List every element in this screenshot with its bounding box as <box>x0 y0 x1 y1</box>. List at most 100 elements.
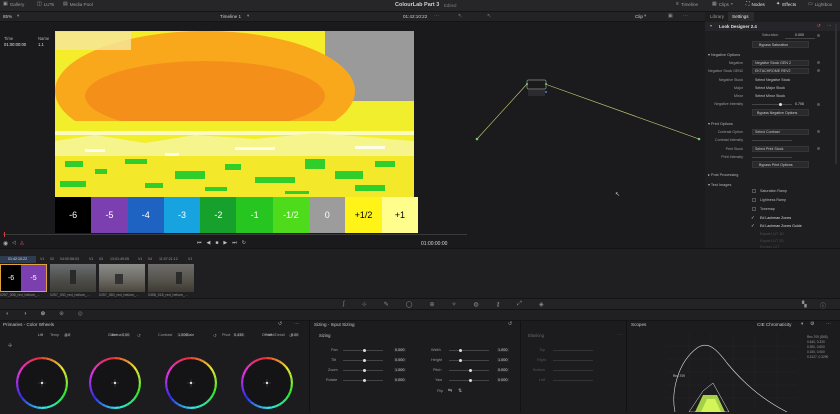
go-to-end-icon[interactable]: ⏭ <box>232 240 237 246</box>
checkmark-icon[interactable]: ✓ <box>751 215 755 221</box>
motion-effects-icon[interactable]: ◎ <box>78 311 83 317</box>
loop-icon[interactable]: ↻ <box>242 240 246 246</box>
stop-icon[interactable]: ■ <box>215 240 218 246</box>
pan-knob[interactable] <box>363 349 366 352</box>
bypass-saturation-button[interactable]: Bypass Saturation <box>752 41 809 48</box>
height-knob[interactable] <box>459 359 462 362</box>
audio-icon[interactable]: ◉ <box>3 240 8 247</box>
width-value[interactable]: 1.000 <box>497 348 509 352</box>
negative-intensity-value[interactable]: 0.706 <box>795 102 804 106</box>
width-slider[interactable] <box>449 350 489 351</box>
tilt-value[interactable]: 0.000 <box>394 358 406 362</box>
blanking-top-slider[interactable] <box>553 350 593 351</box>
lightbox-button[interactable]: ▭ Lightbox <box>808 2 832 8</box>
reset-icon[interactable]: ↺ <box>289 334 293 339</box>
rotate-knob[interactable] <box>363 379 366 382</box>
flip-vertical-icon[interactable]: ⇅ <box>458 388 462 394</box>
clip-thumbnail-2[interactable] <box>50 264 96 292</box>
clip-thumbnail-1[interactable]: -6 -5 <box>0 264 47 292</box>
clip-thumbnail-4[interactable] <box>148 264 194 292</box>
rewind-icon[interactable]: ◀ <box>207 240 211 246</box>
speaker-icon[interactable]: ◁ <box>12 240 16 246</box>
reset-icon[interactable]: ↺ <box>213 334 217 339</box>
saturation-slider[interactable] <box>785 38 815 39</box>
camera-raw-icon[interactable]: ◐ <box>6 311 9 317</box>
post-processing-section[interactable]: ▸ Post Processing <box>708 172 738 177</box>
color-wheel[interactable] <box>165 357 217 409</box>
tracker-icon[interactable]: ⊕ <box>429 301 434 308</box>
chevron-down-icon[interactable]: ▾ <box>801 321 803 327</box>
sizing-icon[interactable]: ⤢ <box>517 301 522 308</box>
negative-dropdown[interactable]: Negative Stock GEN 2 <box>752 60 809 66</box>
scope-mode-dropdown[interactable]: CIE Chromaticity <box>757 322 791 327</box>
chevron-down-icon[interactable]: ▾ <box>644 13 646 19</box>
record-icon[interactable]: ◬ <box>20 240 24 246</box>
timeline-name[interactable]: Timeline 1 <box>220 14 241 19</box>
bypass-print-button[interactable]: Bypass Print Options <box>752 161 809 168</box>
reset-icon[interactable]: ↺ <box>64 334 68 339</box>
clip-dropdown[interactable]: Clip <box>635 14 643 19</box>
info-icon[interactable]: ⓘ <box>820 301 826 310</box>
yaw-value[interactable]: 0.000 <box>497 378 509 382</box>
nodes-button[interactable]: ⛶ Nodes <box>746 2 765 8</box>
reset-dot[interactable] <box>817 130 820 133</box>
saturation-value[interactable]: 0.000 <box>795 33 804 37</box>
bypass-negative-button[interactable]: Bypass Negative Options <box>752 109 809 116</box>
negative-intensity-knob[interactable] <box>779 103 782 106</box>
tab-settings[interactable]: Settings <box>732 14 749 19</box>
effects-button[interactable]: ✦ Effects <box>776 2 796 8</box>
blur-icon[interactable]: ◍ <box>474 301 479 308</box>
reset-dot[interactable] <box>817 103 820 106</box>
test-images-section[interactable]: ▾ Test Images <box>708 182 731 187</box>
tab-library[interactable]: Library <box>710 14 724 19</box>
more-options-icon[interactable]: ⋯ <box>434 13 439 19</box>
more-options-icon[interactable]: ⋯ <box>683 13 688 19</box>
reset-dot[interactable] <box>817 61 820 64</box>
3d-icon[interactable]: ◈ <box>539 301 544 308</box>
playhead[interactable] <box>4 232 5 237</box>
go-to-start-icon[interactable]: ⏮ <box>197 240 202 246</box>
color-wheel[interactable] <box>16 357 68 409</box>
more-options-icon[interactable]: ⋯ <box>827 23 831 29</box>
print-intensity-slider[interactable] <box>752 157 792 158</box>
clip-header-1[interactable]: 01:42:10:22 <box>0 256 36 263</box>
settings-scrollbar[interactable] <box>835 24 837 164</box>
blanking-right-slider[interactable] <box>553 360 593 361</box>
reset-dot[interactable] <box>817 147 820 150</box>
layout-icon[interactable]: ▣ <box>668 13 673 19</box>
reset-icon[interactable]: ↺ <box>817 23 821 29</box>
reset-icon[interactable]: ↺ <box>137 334 141 339</box>
scopes-toggle-icon[interactable]: ▚ <box>802 301 807 308</box>
major-dropdown[interactable]: Select Major Stock <box>752 85 809 91</box>
reset-dot[interactable] <box>817 34 820 37</box>
node-editor[interactable]: ↖ <box>470 22 705 248</box>
negative-options-section[interactable]: ▾ Negative Options <box>708 52 740 57</box>
scope-settings-icon[interactable]: ⚙ <box>810 321 814 327</box>
negative-stock-gen2-dropdown[interactable]: EKTACHROME REV2 <box>752 68 809 74</box>
luts-button[interactable]: ◫ LUTs <box>37 2 54 8</box>
negative-stock-dropdown[interactable]: Select Negative Stock <box>752 77 809 83</box>
rotate-value[interactable]: 0.000 <box>394 378 406 382</box>
window-icon[interactable]: ◯ <box>406 301 413 308</box>
warper-icon[interactable]: ⊹ <box>362 301 367 308</box>
pitch-value[interactable]: 0.000 <box>497 368 509 372</box>
contrast-intensity-slider[interactable] <box>752 140 792 141</box>
timeline-button[interactable]: ≡ Timeline <box>676 2 698 8</box>
scrubber-track[interactable] <box>3 234 467 235</box>
color-wheel[interactable] <box>89 357 141 409</box>
gallery-button[interactable]: ▣ Gallery <box>3 2 24 8</box>
media-pool-button[interactable]: ▤ Media Pool <box>63 2 93 8</box>
reset-dot[interactable] <box>817 69 820 72</box>
tonemap-checkbox[interactable] <box>752 207 756 211</box>
blanking-left-slider[interactable] <box>553 380 593 381</box>
pitch-knob[interactable] <box>469 369 472 372</box>
blanking-bottom-slider[interactable] <box>553 370 593 371</box>
yaw-knob[interactable] <box>469 379 472 382</box>
chevron-down-icon[interactable]: ▾ <box>247 13 249 19</box>
chevron-down-icon[interactable]: ▾ <box>17 13 19 19</box>
qualifier-icon[interactable]: ✎ <box>384 301 389 308</box>
curves-icon[interactable]: ∫ <box>343 301 345 308</box>
cursor-icon[interactable]: ↖ <box>458 13 462 19</box>
saturation-ramp-checkbox[interactable] <box>752 189 756 193</box>
print-options-section[interactable]: ▾ Print Options <box>708 121 733 126</box>
